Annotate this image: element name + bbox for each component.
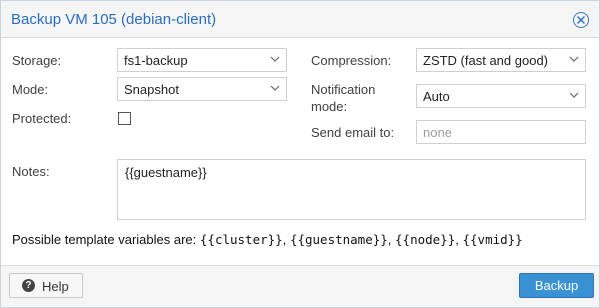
chevron-down-icon	[569, 56, 579, 62]
notification-mode-label-line2: mode:	[311, 99, 348, 114]
compression-label: Compression:	[311, 53, 392, 68]
protected-label: Protected:	[12, 111, 72, 126]
storage-select[interactable]: fs1-backup	[117, 48, 287, 72]
compression-value: ZSTD (fast and good)	[423, 53, 548, 68]
backup-dialog: Backup VM 105 (debian-client) Storage: f…	[0, 0, 600, 308]
backup-button[interactable]: Backup	[519, 273, 594, 298]
chevron-down-icon	[270, 85, 280, 91]
hint-var-vmid: {{vmid}}	[462, 232, 523, 247]
notification-mode-label-line1: Notification	[311, 82, 376, 97]
dialog-titlebar: Backup VM 105 (debian-client)	[1, 1, 599, 38]
dialog-title: Backup VM 105 (debian-client)	[11, 11, 217, 28]
hint-var-guestname: {{guestname}}	[289, 232, 388, 247]
compression-select[interactable]: ZSTD (fast and good)	[416, 48, 586, 72]
hint-prefix: Possible template variables are:	[12, 232, 197, 247]
hint-var-cluster: {{cluster}}	[199, 232, 283, 247]
notes-label: Notes:	[12, 164, 50, 179]
notes-value: {{guestname}}	[125, 165, 207, 180]
storage-label: Storage:	[12, 53, 62, 68]
question-circle-icon: ?	[22, 279, 35, 292]
mode-label: Mode:	[12, 82, 49, 97]
protected-checkbox[interactable]	[118, 112, 131, 125]
send-email-placeholder: none	[423, 125, 452, 140]
close-icon[interactable]	[573, 12, 589, 28]
chevron-down-icon	[270, 56, 280, 62]
storage-value: fs1-backup	[124, 53, 188, 68]
chevron-down-icon	[569, 92, 579, 98]
template-variables-hint: Possible template variables are: {{clust…	[12, 232, 523, 247]
help-label: Help	[42, 279, 69, 294]
mode-select[interactable]: Snapshot	[117, 77, 287, 101]
send-email-label: Send email to:	[311, 125, 395, 140]
hint-var-node: {{node}}	[395, 232, 456, 247]
mode-value: Snapshot	[124, 82, 179, 97]
help-button[interactable]: ? Help	[9, 273, 83, 298]
dialog-footer: ? Help Backup	[1, 265, 599, 307]
notes-textarea[interactable]: {{guestname}}	[117, 159, 586, 220]
notification-mode-value: Auto	[423, 89, 450, 104]
notification-mode-select[interactable]: Auto	[416, 84, 586, 108]
send-email-input[interactable]: none	[416, 120, 586, 144]
